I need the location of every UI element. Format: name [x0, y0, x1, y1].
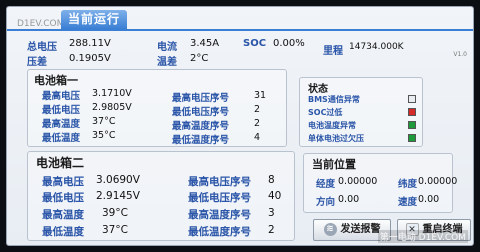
box1-min-temp-index-value: 4	[254, 132, 261, 143]
box1-min-temp-index-label: 最低温度序号	[172, 135, 230, 146]
box2-max-temp-value: 39°C	[102, 207, 128, 219]
longitude-value: 0.00000	[338, 176, 378, 187]
box1-max-voltage-label: 最高电压	[42, 91, 81, 102]
watermark-bottom: 第一电动 D1EV.COM	[377, 230, 468, 243]
box2-min-voltage-label: 最低电压	[42, 192, 84, 204]
box1-max-voltage-index-value: 31	[254, 90, 267, 101]
box2-min-voltage-index-label: 最低电压序号	[188, 192, 251, 204]
box1-max-temp-index-label: 最高温度序号	[172, 121, 230, 132]
current-value: 3.45A	[190, 38, 220, 49]
box1-max-voltage-value: 3.1710V	[92, 88, 132, 99]
box1-min-voltage-label: 最低电压	[42, 105, 81, 116]
box1-min-voltage-index-label: 最低电压序号	[172, 107, 230, 118]
battery-box-1-title: 电池箱一	[34, 74, 78, 87]
box2-max-voltage-value: 3.0690V	[96, 174, 140, 186]
battery-box-2-title: 电池箱二	[36, 156, 85, 170]
box2-min-temp-value: 37°C	[102, 224, 128, 236]
current-label: 电流	[157, 42, 177, 53]
status-bms-label: BMS通信异常	[308, 95, 360, 104]
box2-max-voltage-index-value: 8	[268, 174, 275, 186]
box1-min-temp-label: 最低温度	[42, 133, 81, 144]
temp-diff-label: 温差	[157, 57, 177, 68]
soc-label: SOC	[243, 38, 267, 49]
status-cell-label: 单体电池过欠压	[308, 134, 364, 143]
box2-min-temp-index-label: 最低温度序号	[188, 226, 251, 238]
main-screen: D1EV.COM 第一电动 当前运行 总电压 288.11V 电流 3.45A …	[6, 6, 474, 246]
status-panel: 状态 BMS通信异常 SOC过低 电池温度异常 单体电池过欠压	[299, 77, 423, 147]
position-panel: 当前位置 经度 0.00000 纬度 0.00000 方向 0.00 速度 0.…	[303, 153, 457, 213]
status-soc-label: SOC过低	[308, 108, 343, 117]
battery-box-1-panel: 电池箱一 最高电压 3.1710V 最高电压序号 31 最低电压 2.9805V…	[27, 69, 287, 147]
box2-max-temp-label: 最高温度	[42, 209, 84, 221]
box1-min-voltage-index-value: 2	[254, 104, 261, 115]
box2-max-temp-index-label: 最高温度序号	[188, 209, 251, 221]
box1-max-temp-index-value: 2	[254, 118, 261, 129]
status-row-bms: BMS通信异常	[308, 94, 416, 105]
status-row-temp: 电池温度异常	[308, 120, 416, 131]
box2-max-voltage-index-label: 最高电压序号	[188, 176, 251, 188]
box1-max-voltage-index-label: 最高电压序号	[172, 93, 230, 104]
total-voltage-value: 288.11V	[69, 38, 111, 49]
status-title: 状态	[308, 84, 328, 95]
status-cell-indicator	[408, 134, 416, 142]
box1-min-temp-value: 35°C	[92, 130, 116, 141]
wifi-icon: ≋	[323, 222, 337, 236]
status-temp-indicator	[408, 121, 416, 129]
mileage-label: 里程	[323, 46, 343, 57]
box2-min-temp-label: 最低温度	[42, 226, 84, 238]
box2-min-voltage-index-value: 40	[268, 190, 282, 202]
box2-min-temp-index-value: 2	[268, 224, 275, 236]
pressure-diff-value: 0.1905V	[69, 53, 111, 64]
mileage-value: 14734.000K	[349, 42, 404, 52]
box1-max-temp-label: 最高温度	[42, 119, 81, 130]
status-row-soc: SOC过低	[308, 107, 416, 118]
pressure-diff-label: 压差	[27, 57, 47, 68]
send-alarm-label: 发送报警	[340, 224, 381, 235]
longitude-label: 经度	[316, 179, 336, 190]
status-row-cell: 单体电池过欠压	[308, 133, 416, 144]
status-bms-indicator	[408, 95, 416, 103]
battery-box-2-panel: 电池箱二 最高电压 3.0690V 最高电压序号 8 最低电压 2.9145V …	[27, 151, 295, 241]
title-divider	[7, 29, 473, 31]
version-label: V1.0	[453, 51, 467, 58]
total-voltage-label: 总电压	[27, 42, 57, 53]
status-soc-indicator	[408, 108, 416, 116]
box2-min-voltage-value: 2.9145V	[96, 190, 140, 202]
latitude-label: 纬度	[398, 179, 418, 190]
box2-max-voltage-label: 最高电压	[42, 176, 84, 188]
box1-max-temp-value: 37°C	[92, 116, 116, 127]
soc-value: 0.00%	[273, 38, 305, 49]
latitude-value: 0.00000	[418, 176, 458, 187]
speed-value: 0.00	[418, 194, 440, 205]
status-temp-label: 电池温度异常	[308, 121, 356, 130]
box2-max-temp-index-value: 3	[268, 207, 275, 219]
direction-value: 0.00	[338, 194, 360, 205]
temp-diff-value: 2°C	[190, 53, 209, 64]
box1-min-voltage-value: 2.9805V	[92, 102, 132, 113]
direction-label: 方向	[316, 197, 336, 208]
position-title: 当前位置	[312, 158, 356, 171]
speed-label: 速度	[398, 197, 418, 208]
tab-current-run[interactable]: 当前运行	[61, 10, 127, 29]
